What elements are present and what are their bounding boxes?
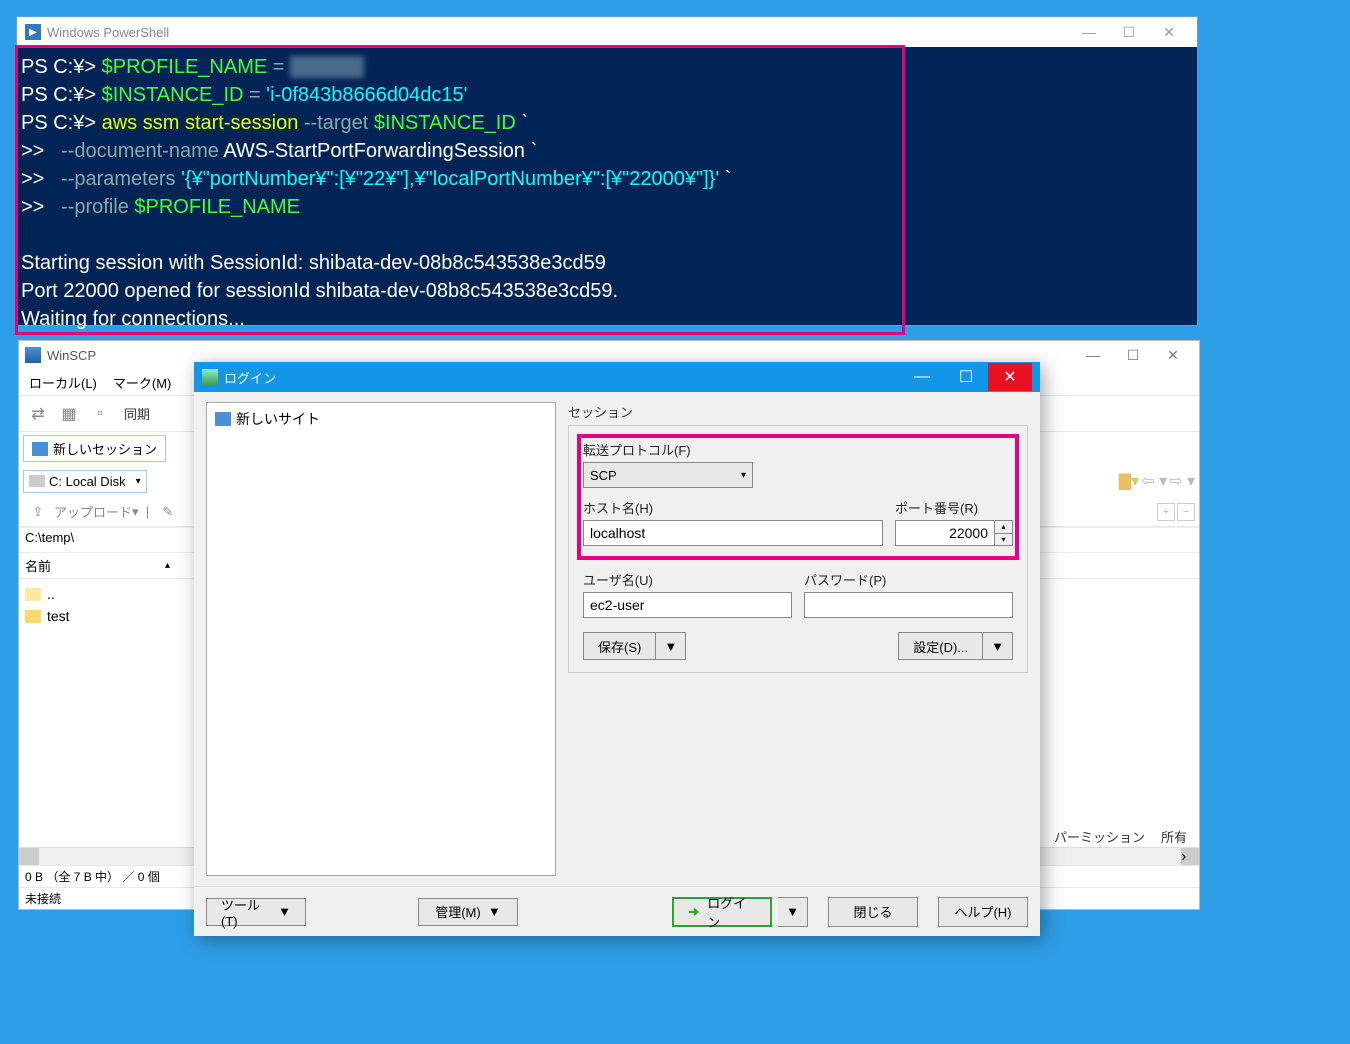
drive-select[interactable]: C: Local Disk ▾ xyxy=(23,470,147,493)
plus-icon[interactable]: + xyxy=(1157,503,1175,521)
powershell-icon: ▶ xyxy=(25,24,41,40)
protocol-select[interactable]: SCP ▾ xyxy=(583,462,753,488)
chevron-down-icon: ▾ xyxy=(741,470,746,481)
nav-arrows: ▇▾ ⇦ ▾ ⇨ ▾ xyxy=(1119,471,1195,491)
login-button[interactable]: ➜ ログイン xyxy=(672,897,772,927)
maximize-button[interactable]: ☐ xyxy=(1113,342,1153,368)
maximize-button[interactable]: ☐ xyxy=(1109,18,1149,46)
maximize-button[interactable]: ☐ xyxy=(944,363,988,391)
close-button[interactable]: ✕ xyxy=(1153,342,1193,368)
minimize-button[interactable]: — xyxy=(1073,342,1113,368)
close-button[interactable]: ✕ xyxy=(1149,18,1189,46)
folder-icon xyxy=(25,610,41,623)
right-columns: パーミッション 所有 xyxy=(1054,827,1187,846)
host-input[interactable]: localhost xyxy=(583,520,883,546)
minimize-button[interactable]: — xyxy=(900,363,944,391)
sync-icon[interactable]: ⇄ xyxy=(23,400,53,428)
user-label: ユーザ名(U) xyxy=(583,570,792,589)
menu-mark[interactable]: マーク(M) xyxy=(105,370,180,395)
winscp-icon xyxy=(25,347,41,363)
login-icon: ➜ xyxy=(688,904,703,920)
password-input[interactable] xyxy=(804,592,1013,618)
help-button[interactable]: ヘルプ(H) xyxy=(938,897,1028,927)
up-icon: ▴ xyxy=(995,521,1012,534)
menu-local[interactable]: ローカル(L) xyxy=(21,370,105,395)
powershell-titlebar: ▶ Windows PowerShell — ☐ ✕ xyxy=(17,17,1197,47)
powershell-body[interactable]: PS C:¥> $PROFILE_NAME = ' ' PS C:¥> $INS… xyxy=(17,47,1197,325)
login-title: ログイン xyxy=(224,368,900,387)
disk-icon xyxy=(29,475,45,487)
monitor-icon xyxy=(215,412,231,426)
port-spinner[interactable]: ▴▾ xyxy=(995,520,1013,546)
new-session-button[interactable]: 新しいセッション xyxy=(23,435,166,462)
forward-icon[interactable]: ⇨ ▾ xyxy=(1169,471,1195,491)
login-titlebar: ログイン — ☐ ✕ xyxy=(194,362,1040,392)
upload-icon[interactable]: ⇪ xyxy=(23,498,53,526)
session-pane: セッション 転送プロトコル(F) SCP ▾ ホスト名(H) localhost xyxy=(568,402,1028,876)
back-icon[interactable]: ⇦ ▾ xyxy=(1141,471,1167,491)
advanced-dropdown[interactable]: ▼ xyxy=(983,632,1013,660)
minus-icon[interactable]: − xyxy=(1177,503,1195,521)
close-button[interactable]: 閉じる xyxy=(828,897,918,927)
group-label: セッション xyxy=(568,402,1028,421)
save-dropdown[interactable]: ▼ xyxy=(656,632,686,660)
port-label: ポート番号(R) xyxy=(895,498,1013,517)
advanced-button[interactable]: 設定(D)... xyxy=(898,632,983,660)
host-label: ホスト名(H) xyxy=(583,498,883,517)
protocol-label: 転送プロトコル(F) xyxy=(583,440,1013,459)
login-footer: ツール(T) ▼ 管理(M) ▼ ➜ ログイン ▼ 閉じる ヘルプ(H) xyxy=(194,886,1040,936)
password-label: パスワード(P) xyxy=(804,570,1013,589)
highlight-box: 転送プロトコル(F) SCP ▾ ホスト名(H) localhost ポート番号… xyxy=(579,436,1017,558)
folder-icon xyxy=(25,588,41,601)
winscp-icon xyxy=(202,369,218,385)
toolbar-icon[interactable]: ▦ xyxy=(54,400,84,428)
col-name[interactable]: 名前 xyxy=(25,556,165,575)
manage-button[interactable]: 管理(M) ▼ xyxy=(418,898,518,926)
close-button[interactable]: ✕ xyxy=(988,363,1032,391)
login-dialog: ログイン — ☐ ✕ 新しいサイト セッション 転送プロトコル(F) SCP ▾ xyxy=(194,362,1040,936)
powershell-title: Windows PowerShell xyxy=(47,25,1069,40)
minimize-button[interactable]: — xyxy=(1069,18,1109,46)
winscp-title: WinSCP xyxy=(47,348,1073,363)
edit-icon[interactable]: ✎ xyxy=(153,498,183,526)
down-icon: ▾ xyxy=(995,534,1012,546)
site-tree[interactable]: 新しいサイト xyxy=(206,402,556,876)
monitor-icon xyxy=(32,442,48,456)
powershell-window: ▶ Windows PowerShell — ☐ ✕ PS C:¥> $PROF… xyxy=(16,16,1198,326)
tools-button[interactable]: ツール(T) ▼ xyxy=(206,898,306,926)
toolbar-icon[interactable]: ▫ xyxy=(85,400,115,428)
username-input[interactable]: ec2-user xyxy=(583,592,792,618)
folder-icon[interactable]: ▇▾ xyxy=(1119,471,1139,491)
sync-button[interactable]: 同期 xyxy=(116,400,158,428)
save-button[interactable]: 保存(S) xyxy=(583,632,656,660)
port-input[interactable]: 22000 xyxy=(895,520,995,546)
login-dropdown[interactable]: ▼ xyxy=(778,897,808,927)
new-site-item[interactable]: 新しいサイト xyxy=(211,407,551,431)
